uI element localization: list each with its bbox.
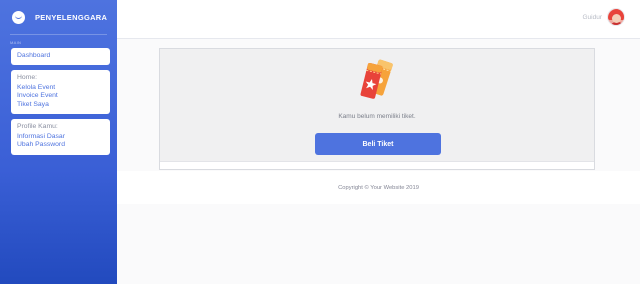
sidebar-item-label: Dashboard bbox=[17, 52, 51, 60]
tickets-icon bbox=[360, 59, 393, 99]
user-name[interactable]: Guidur bbox=[582, 14, 602, 21]
sidebar-section-label: MAIN bbox=[10, 40, 22, 45]
panel-footer bbox=[160, 161, 594, 169]
sidebar-group-title: Home: bbox=[17, 74, 38, 81]
smile-logo-icon bbox=[12, 10, 25, 24]
sidebar-item-informasi-dasar[interactable]: Informasi Dasar bbox=[17, 133, 104, 142]
copyright-text: Copyright © Your Website 2019 bbox=[338, 184, 419, 191]
sidebar-item-ubah-password[interactable]: Ubah Password bbox=[17, 141, 104, 150]
sidebar: PENYELENGGARA MAIN Dashboard Home: Kelol… bbox=[0, 0, 117, 284]
user-avatar-icon[interactable] bbox=[607, 8, 625, 26]
footer: Copyright © Your Website 2019 bbox=[117, 171, 640, 204]
sidebar-group-profile: Profile Kamu: Informasi Dasar Ubah Passw… bbox=[11, 119, 110, 155]
sidebar-group-home: Home: Kelola Event Invoice Event Tiket S… bbox=[11, 70, 110, 114]
topbar: Guidur bbox=[117, 0, 640, 39]
sidebar-item-invoice-event[interactable]: Invoice Event bbox=[17, 92, 104, 101]
empty-tickets-message: Kamu belum memiliki tiket. bbox=[338, 113, 416, 120]
sidebar-item-dashboard[interactable]: Dashboard bbox=[11, 48, 110, 65]
buy-ticket-button[interactable]: Beli Tiket bbox=[315, 133, 441, 155]
empty-tickets-panel: Kamu belum memiliki tiket. Beli Tiket bbox=[159, 48, 595, 170]
sidebar-item-kelola-event[interactable]: Kelola Event bbox=[17, 84, 104, 93]
sidebar-group-title: Profile Kamu: bbox=[17, 123, 58, 130]
sidebar-brand[interactable]: PENYELENGGARA bbox=[0, 0, 117, 34]
sidebar-item-tiket-saya[interactable]: Tiket Saya bbox=[17, 101, 104, 110]
brand-name: PENYELENGGARA bbox=[35, 12, 108, 22]
